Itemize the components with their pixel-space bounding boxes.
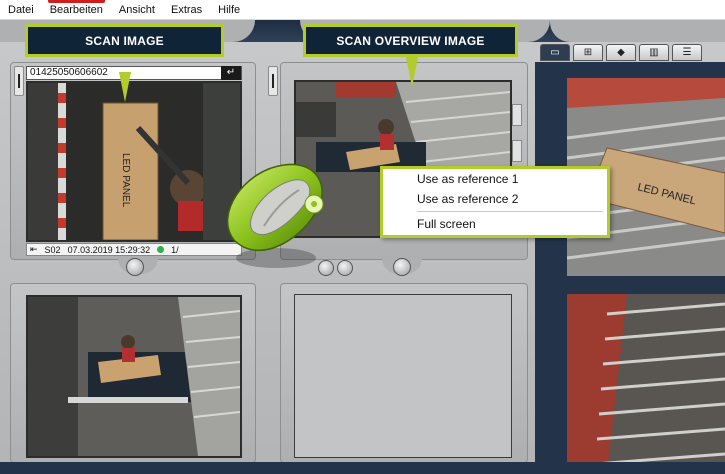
app-window: Datei Bearbeiten Ansicht Extras Hilfe LE… [0,0,725,474]
exit-icon[interactable]: ⇤ [30,244,38,255]
callout-scan-overview-text: SCAN OVERVIEW IMAGE [336,33,485,48]
image-counter: 1/ [171,244,179,255]
callout-scan-image: SCAN IMAGE [25,24,224,57]
context-menu-separator [417,211,603,212]
overview-scroll-down[interactable] [512,140,522,162]
callout-pointer-overview [406,57,418,87]
callout-scan-image-text: SCAN IMAGE [85,33,164,48]
scan-photo: LED PANEL [28,83,240,240]
status-ok-icon [157,246,165,253]
list-icon[interactable]: ☰ [672,44,702,61]
menu-use-as-reference-2[interactable]: Use as reference 2 [383,189,607,209]
screen-icon[interactable]: ▭ [540,44,570,61]
scan-image[interactable]: LED PANEL [26,81,242,242]
grid-icon[interactable]: ⊞ [573,44,603,61]
overview-scroll-up[interactable] [512,104,522,126]
barcode-field[interactable]: 01425050606602 ↵ [26,66,242,80]
mouse-icon [227,163,324,268]
bottom-status-strip [0,462,725,474]
panel-handle-middle[interactable] [268,66,278,96]
barcode-value: 01425050606602 [30,67,108,78]
menu-datei[interactable]: Datei [0,0,42,20]
scan-panel-knob[interactable] [126,258,144,276]
empty-image-slot[interactable] [294,294,512,458]
box-label-scan: LED PANEL [120,153,131,208]
box-icon[interactable]: ◆ [606,44,636,61]
conveyor-photo-bottom [567,294,725,474]
lower-photo-1 [28,297,240,456]
header-shape-right [550,20,725,42]
menu-bearbeiten[interactable]: Bearbeiten [42,0,111,20]
menu-full-screen[interactable]: Full screen [383,214,607,234]
view-toolbar: ▭ ⊞ ◆ ▥ ☰ [540,44,702,62]
panel-handle-left[interactable] [14,66,24,96]
clock-icon-2[interactable] [337,260,353,276]
callout-pointer-scan [119,72,131,102]
station-id: S02 [44,244,61,255]
menu-bar: Datei Bearbeiten Ansicht Extras Hilfe [0,0,725,20]
menu-extras[interactable]: Extras [163,0,210,20]
enter-arrow-icon[interactable]: ↵ [221,66,241,80]
callout-scan-overview-image: SCAN OVERVIEW IMAGE [303,24,518,57]
map-icon[interactable]: ▥ [639,44,669,61]
context-menu: Use as reference 1 Use as reference 2 Fu… [380,166,610,238]
menu-use-as-reference-1[interactable]: Use as reference 1 [383,169,607,189]
menu-ansicht[interactable]: Ansicht [111,0,163,20]
scan-status-bar: ⇤ S02 07.03.2019 15:29:32 1/ [26,243,242,256]
lower-image-1[interactable] [26,295,242,458]
overview-panel-knob[interactable] [393,258,411,276]
scan-datetime: 07.03.2019 15:29:32 [67,244,151,255]
live-camera-image-bottom[interactable] [567,294,725,474]
menu-hilfe[interactable]: Hilfe [210,0,248,20]
live-camera-pane: LED PANEL [535,62,725,474]
